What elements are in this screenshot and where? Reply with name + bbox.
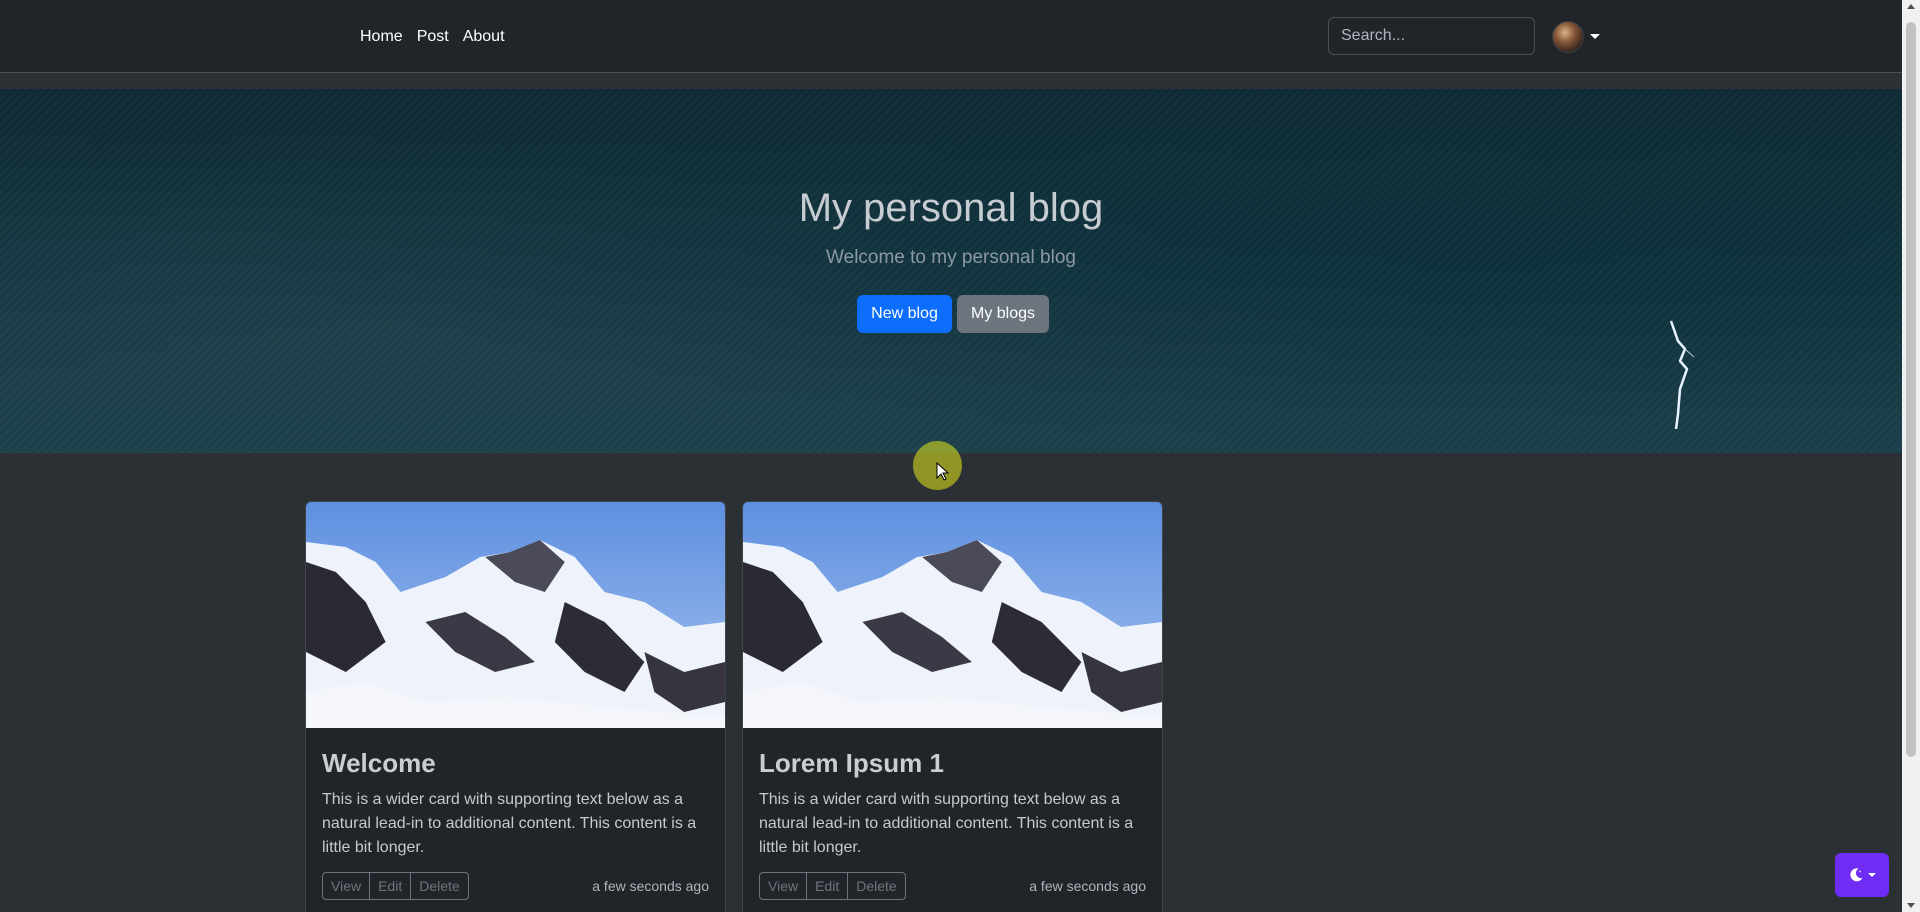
user-avatar [1552,20,1584,53]
scroll-up-icon[interactable] [1907,4,1915,9]
new-blog-button[interactable]: New blog [857,295,952,333]
hero-background [0,89,1902,453]
theme-toggle-button[interactable] [1835,853,1889,897]
hero-buttons: New blog My blogs [857,295,1049,333]
lightning-decoration [1669,320,1695,430]
card-footer: View Edit Delete a few seconds ago [759,872,1146,900]
scroll-down-icon[interactable] [1907,903,1915,908]
nav-link-about[interactable]: About [456,28,512,46]
moon-icon [1850,868,1863,882]
card-image [306,502,725,728]
card-body: Welcome This is a wider card with suppor… [306,747,725,900]
nav-link-post[interactable]: Post [410,28,456,46]
caret-down-icon [1868,873,1876,877]
card-image [743,502,1162,728]
caret-down-icon [1590,34,1600,39]
card-text: This is a wider card with supporting tex… [759,791,1134,856]
edit-button[interactable]: Edit [369,873,410,899]
my-blogs-button[interactable]: My blogs [957,295,1049,333]
card-actions: View Edit Delete [322,872,469,900]
card-title: Welcome [322,748,436,778]
navbar: Home Post About [0,0,1902,73]
search-input[interactable] [1328,17,1535,55]
edit-button[interactable]: Edit [806,873,847,899]
card-footer: View Edit Delete a few seconds ago [322,872,709,900]
view-button[interactable]: View [323,873,369,899]
card-actions: View Edit Delete [759,872,906,900]
delete-button[interactable]: Delete [847,873,904,899]
page: Home Post About My personal blog Welcome… [0,0,1902,912]
card-title: Lorem Ipsum 1 [759,748,944,778]
card-body: Lorem Ipsum 1 This is a wider card with … [743,747,1162,900]
user-menu-toggle[interactable] [1552,20,1600,53]
card-text: This is a wider card with supporting tex… [322,791,697,856]
post-card: Lorem Ipsum 1 This is a wider card with … [742,501,1163,912]
nav-link-home[interactable]: Home [360,28,410,46]
hero-title: My personal blog [798,186,1104,230]
scroll-thumb[interactable] [1906,22,1916,757]
page-scrollbar[interactable] [1902,0,1920,912]
delete-button[interactable]: Delete [410,873,467,899]
nav-links: Home Post About [360,0,512,73]
hero-banner: My personal blog Welcome to my personal … [0,89,1902,453]
post-timestamp: a few seconds ago [1029,878,1146,894]
post-timestamp: a few seconds ago [592,878,709,894]
post-card: Welcome This is a wider card with suppor… [305,501,726,912]
mouse-pointer-icon [936,462,950,481]
hero-subtitle: Welcome to my personal blog [826,247,1076,268]
view-button[interactable]: View [760,873,806,899]
